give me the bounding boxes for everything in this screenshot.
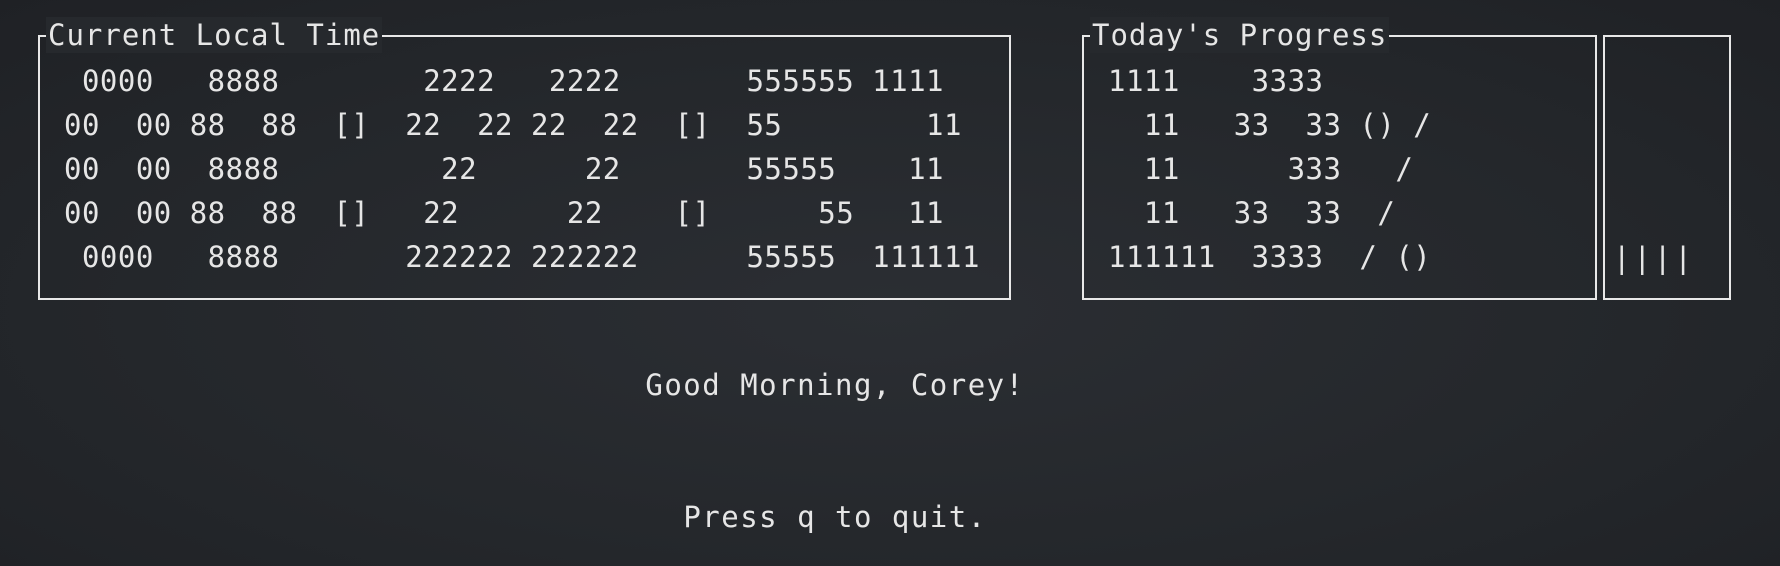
- current-local-time-panel: Current Local Time 0000 8888 2222 2222 5…: [38, 17, 1011, 300]
- progress-bar-fill: ||||: [1613, 241, 1695, 275]
- progress-bar: ||||: [1603, 35, 1731, 300]
- todays-progress-panel: Today's Progress 1111 3333 11 33 33 () /…: [1082, 17, 1597, 300]
- todays-progress-title: Today's Progress: [1090, 17, 1390, 53]
- current-local-time-title: Current Local Time: [46, 17, 383, 53]
- ascii-clock-display: 0000 8888 2222 2222 555555 1111 00 00 88…: [64, 64, 980, 274]
- quit-hint: Press q to quit.: [683, 500, 987, 534]
- greeting-message: Good Morning, Corey!: [645, 368, 1025, 402]
- ascii-progress-percentage: 1111 3333 11 33 33 () / 11 333 / 11 33 3…: [1108, 64, 1432, 274]
